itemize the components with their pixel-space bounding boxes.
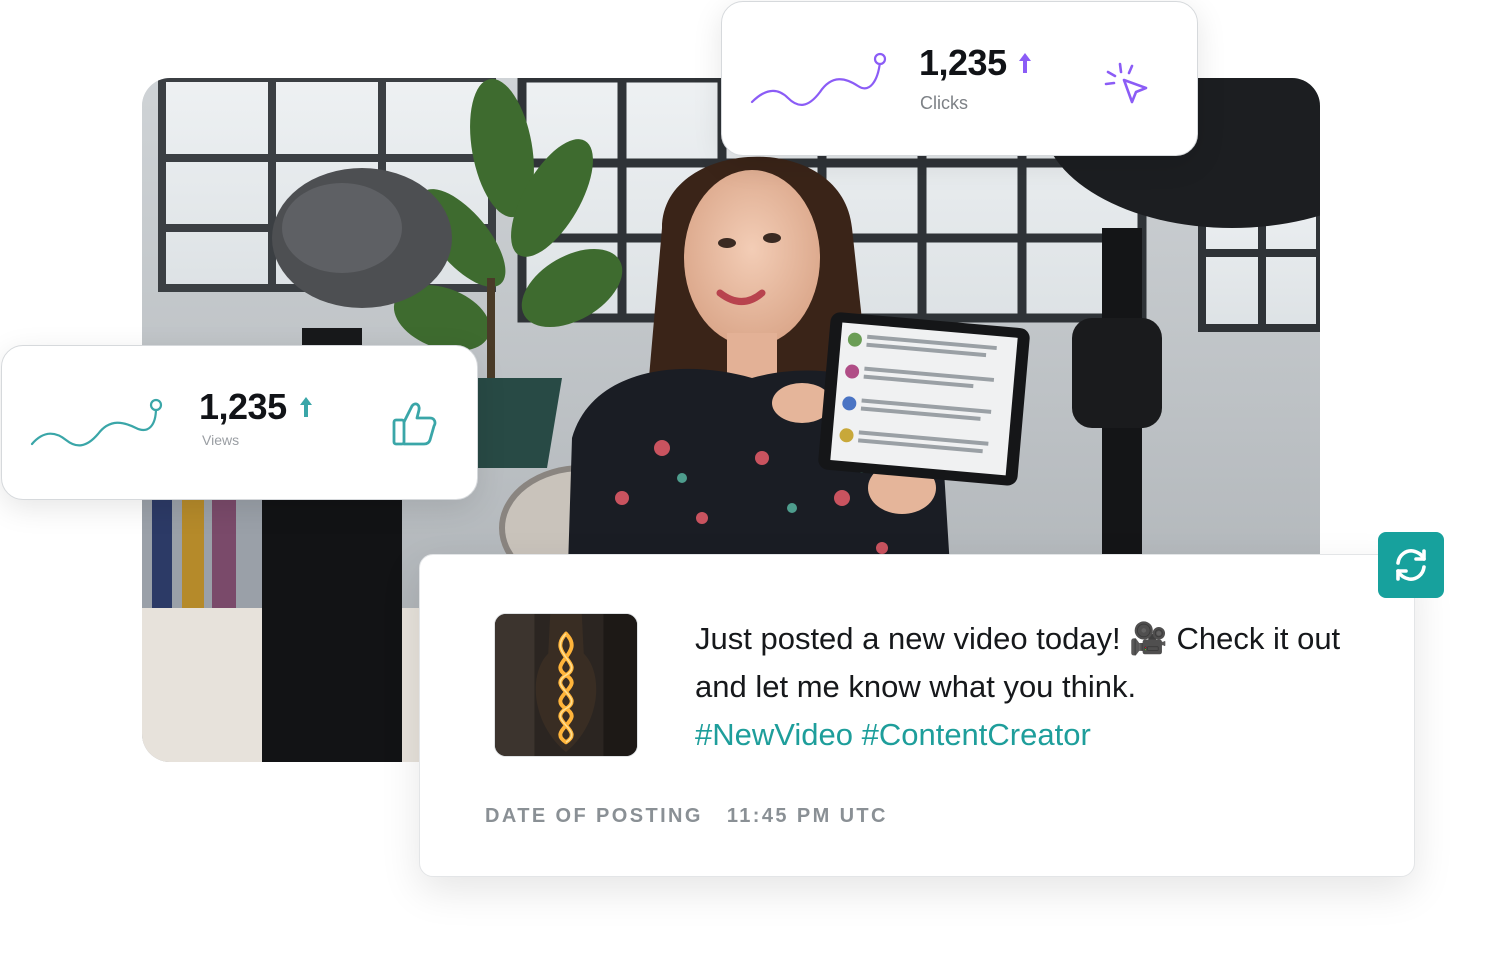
post-thumbnail bbox=[494, 613, 638, 757]
post-text: Just posted a new video today! 🎥 Check i… bbox=[695, 621, 1341, 704]
arrow-up-icon bbox=[1019, 53, 1031, 73]
lightbulb-filament-image bbox=[495, 614, 637, 756]
post-hashtags[interactable]: #NewVideo #ContentCreator bbox=[695, 711, 1345, 759]
posting-time: 11:45 PM UTC bbox=[726, 805, 888, 827]
views-sparkline bbox=[30, 398, 163, 447]
post-card: Just posted a new video today! 🎥 Check i… bbox=[419, 554, 1415, 877]
post-meta: DATE OF POSTING 11:45 PM UTC bbox=[485, 805, 904, 828]
repost-button[interactable] bbox=[1378, 532, 1444, 598]
thumbs-up-icon bbox=[392, 402, 437, 446]
views-stat-card: 1,235 Views bbox=[1, 345, 478, 500]
clicks-label: Clicks bbox=[920, 93, 968, 113]
date-of-posting-label: DATE OF POSTING bbox=[485, 805, 703, 827]
arrow-up-icon bbox=[300, 397, 312, 417]
views-label: Views bbox=[202, 432, 240, 448]
clicks-value: 1,235 bbox=[919, 42, 1007, 83]
refresh-icon bbox=[1396, 549, 1426, 581]
views-value: 1,235 bbox=[199, 386, 287, 427]
cursor-click-icon bbox=[1104, 62, 1148, 104]
clicks-sparkline bbox=[750, 52, 887, 106]
clicks-stat-card: 1,235 Clicks bbox=[721, 1, 1198, 156]
